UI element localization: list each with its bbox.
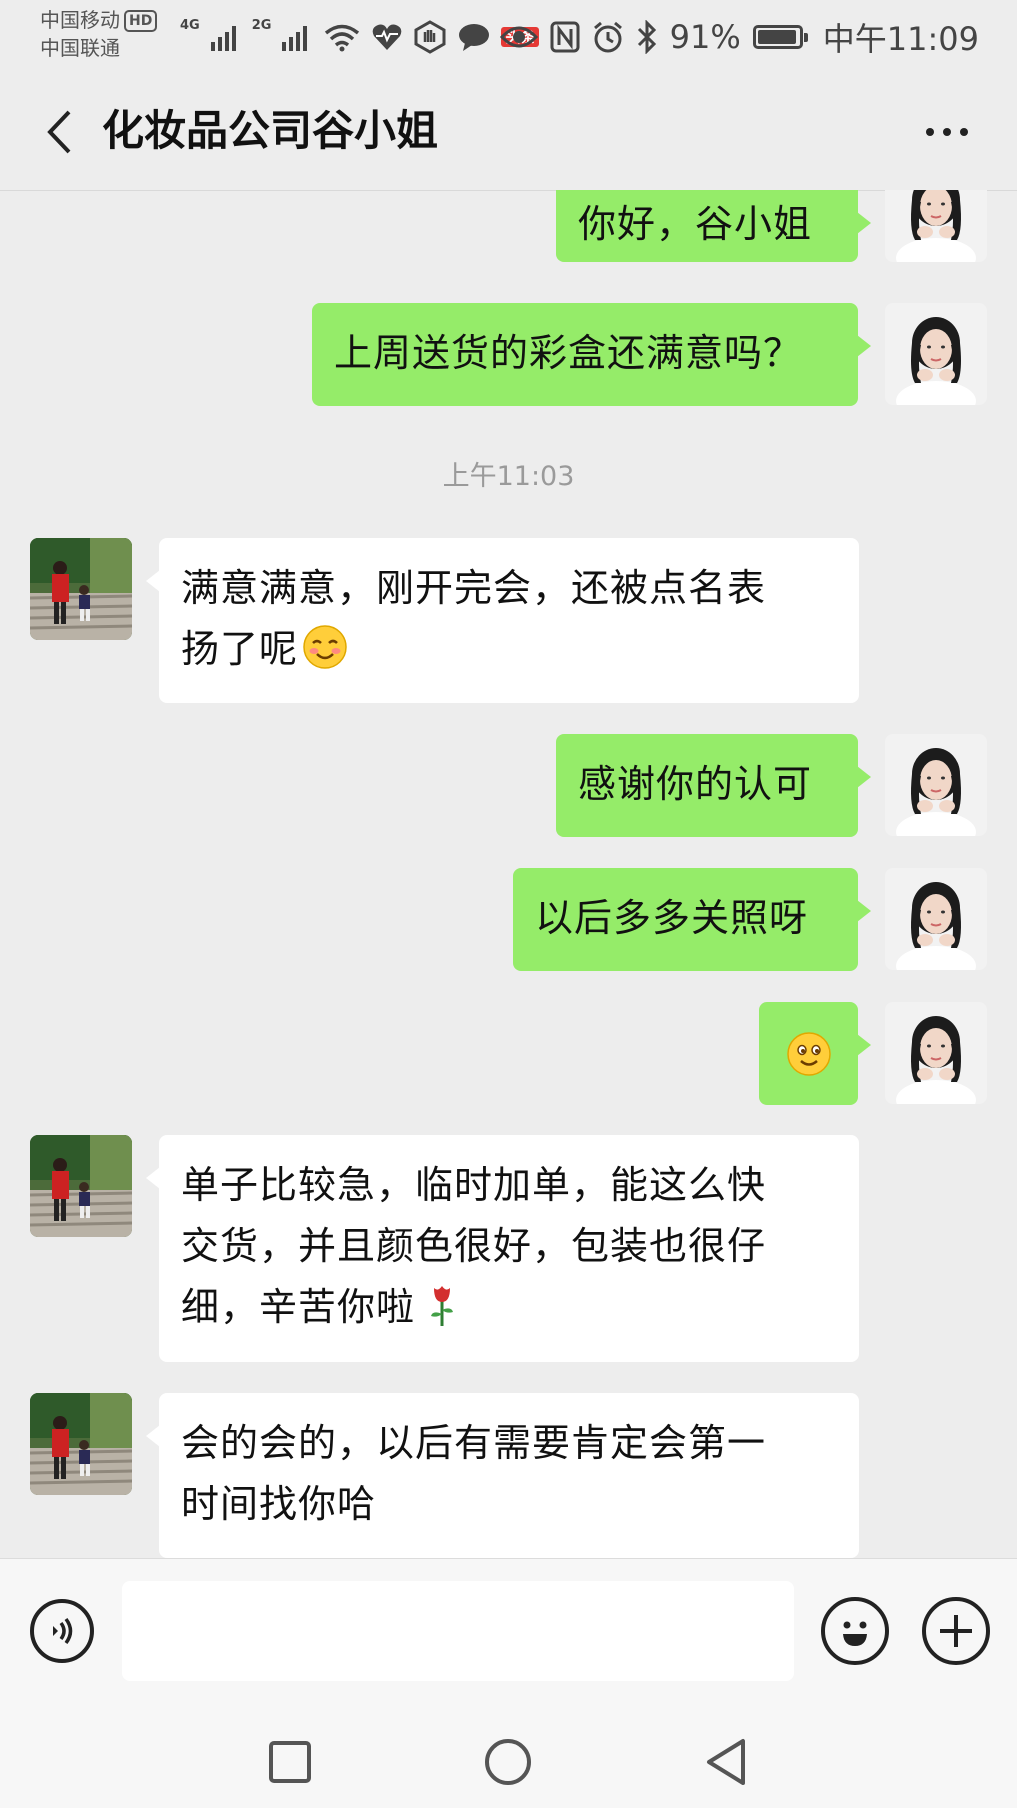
network-1-label: 4G (180, 18, 200, 33)
status-icons-left: 4G 2G 头条 (180, 12, 540, 62)
message-input[interactable] (122, 1581, 794, 1681)
emoji-button[interactable] (821, 1597, 889, 1665)
message-row-outgoing: 以后多多关照呀 (0, 868, 1017, 972)
battery-percent: 91% (669, 18, 741, 56)
message-bubble-incoming[interactable]: 会的会的，以后有需要肯定会第一 时间找你哈 (146, 1393, 859, 1558)
more-dot-icon (943, 128, 951, 136)
message-text: 上周送货的彩盒还满意吗？ (334, 331, 803, 375)
message-row-outgoing: 上周送货的彩盒还满意吗？ (0, 303, 1017, 407)
chat-message-list[interactable]: 你好，谷小姐 上周送货的彩盒还满意吗？ 上午11:03 满意满意，刚开完会，还被… (0, 190, 1017, 1558)
health-icon (373, 24, 402, 50)
voice-button[interactable] (30, 1599, 94, 1663)
contact-avatar[interactable] (30, 1135, 132, 1237)
plus-icon (940, 1615, 972, 1647)
signal-icon-2 (282, 26, 308, 51)
carrier-info: 中国移动 HD 中国联通 (40, 6, 158, 62)
message-text-line: 会的会的，以后有需要肯定会第一 (181, 1421, 767, 1465)
my-avatar[interactable] (885, 1002, 987, 1104)
recent-apps-button[interactable] (260, 1732, 320, 1792)
carrier-2-label: 中国联通 (40, 36, 120, 60)
message-text: 以后多多关照呀 (535, 896, 809, 940)
my-avatar[interactable] (885, 190, 987, 262)
message-bubble-outgoing[interactable]: 上周送货的彩盒还满意吗？ (312, 303, 871, 406)
chat-header: 化妆品公司谷小姐 (0, 72, 1017, 191)
message-row-outgoing: 感谢你的认可 (0, 734, 1017, 838)
message-bubble-outgoing[interactable]: 感谢你的认可 (556, 734, 871, 837)
my-avatar[interactable] (885, 734, 987, 836)
hd-badge: HD (124, 10, 158, 32)
my-avatar[interactable] (885, 868, 987, 970)
square-icon (269, 1741, 311, 1783)
more-dot-icon (926, 128, 934, 136)
emoji-icon (843, 1621, 867, 1646)
input-bar (0, 1558, 1017, 1709)
message-timestamp: 上午11:03 (442, 461, 575, 492)
status-bar: 中国移动HD 中国联通 4G 2G 头条 91% 中午11:09 (0, 0, 1017, 72)
triangle-back-icon (707, 1739, 745, 1785)
back-nav-button[interactable] (696, 1732, 756, 1792)
more-options-button[interactable] (907, 102, 987, 162)
message-row-incoming: 满意满意，刚开完会，还被点名表 扬了呢 (0, 538, 1017, 704)
plus-button[interactable] (922, 1597, 990, 1665)
my-avatar[interactable] (885, 303, 987, 405)
message-text-line: 时间找你哈 (181, 1482, 377, 1526)
carrier-1-label: 中国移动 (40, 8, 120, 32)
message-text-line: 单子比较急，临时加单，能这么快 (181, 1163, 767, 1207)
status-icons-right: 91% 中午11:09 (499, 12, 979, 62)
message-bubble-outgoing[interactable]: 你好，谷小姐 (556, 190, 871, 262)
bluetooth-icon (637, 20, 656, 54)
status-time: 中午11:09 (822, 20, 979, 58)
message-text-line: 满意满意，刚开完会，还被点名表 (181, 566, 767, 610)
message-bubble-incoming[interactable]: 单子比较急，临时加单，能这么快 交货，并且颜色很好，包装也很仔 细，辛苦你啦 (146, 1135, 859, 1362)
contact-avatar[interactable] (30, 1393, 132, 1495)
voice-icon (53, 1617, 73, 1645)
circle-icon (485, 1739, 531, 1785)
message-row-incoming: 会的会的，以后有需要肯定会第一 时间找你哈 (0, 1393, 1017, 1558)
home-button[interactable] (478, 1732, 538, 1792)
message-bubble-outgoing[interactable] (759, 1002, 871, 1105)
signal-icon (210, 26, 236, 51)
alarm-icon (593, 21, 622, 53)
rose-emoji-icon (431, 1286, 454, 1326)
chat-title: 化妆品公司谷小姐 (102, 106, 439, 155)
message-text: 你好，谷小姐 (578, 202, 813, 246)
message-text: 感谢你的认可 (578, 762, 813, 806)
more-dot-icon (960, 128, 968, 136)
message-text-line: 细，辛苦你啦 (181, 1285, 416, 1329)
message-text-line: 交货，并且颜色很好，包装也很仔 (181, 1224, 767, 1268)
hand-icon (414, 20, 446, 54)
smile-emoji-icon (786, 1031, 831, 1076)
message-row-outgoing (0, 1002, 1017, 1106)
eye-icon (499, 26, 538, 48)
blush-emoji-icon (303, 625, 347, 669)
system-nav-bar (0, 1708, 1017, 1808)
message-row-incoming: 单子比较急，临时加单，能这么快 交货，并且颜色很好，包装也很仔 细，辛苦你啦 (0, 1135, 1017, 1363)
chat-icon (459, 24, 490, 51)
wifi-icon (325, 24, 360, 52)
message-bubble-incoming[interactable]: 满意满意，刚开完会，还被点名表 扬了呢 (146, 538, 859, 703)
back-button[interactable] (30, 102, 90, 162)
chevron-left-icon (47, 110, 71, 154)
message-bubble-outgoing[interactable]: 以后多多关照呀 (513, 868, 871, 971)
message-text-line: 扬了呢 (181, 627, 299, 671)
message-row-outgoing: 你好，谷小姐 (0, 190, 1017, 270)
nfc-icon (550, 21, 580, 53)
network-2-label: 2G (251, 18, 272, 33)
battery-icon (752, 25, 808, 49)
contact-avatar[interactable] (30, 538, 132, 640)
